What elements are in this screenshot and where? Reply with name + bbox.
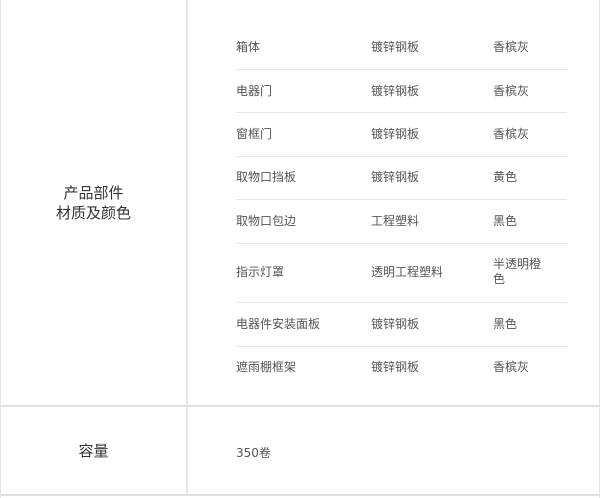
capacity-label-cell: 容量 bbox=[1, 407, 188, 494]
part-material: 镀锌钢板 bbox=[371, 317, 420, 331]
part-name: 窗框门 bbox=[236, 127, 273, 141]
table-row: 窗框门 镀锌钢板 香槟灰 bbox=[236, 113, 567, 157]
part-color: 香槟灰 bbox=[493, 127, 530, 141]
part-material: 镀锌钢板 bbox=[371, 127, 420, 141]
part-color: 香槟灰 bbox=[493, 360, 530, 374]
capacity-value-cell: 350卷 bbox=[188, 407, 600, 494]
table-row: 指示灯罩 透明工程塑料 半透明橙色 bbox=[236, 244, 567, 303]
capacity-label: 容量 bbox=[78, 441, 109, 460]
part-color: 黑色 bbox=[493, 214, 518, 228]
part-name: 取物口包边 bbox=[236, 214, 297, 228]
parts-label-line2: 材质及颜色 bbox=[55, 203, 131, 222]
part-color: 香槟灰 bbox=[493, 40, 530, 54]
table-row: 取物口包边 工程塑料 黑色 bbox=[236, 200, 567, 244]
parts-label-cell: 产品部件 材质及颜色 bbox=[1, 0, 188, 405]
part-material: 工程塑料 bbox=[371, 214, 420, 228]
part-name: 指示灯罩 bbox=[236, 265, 285, 279]
parts-row: 产品部件 材质及颜色 箱体 镀锌钢板 香槟灰 电器门 镀锌钢板 香槟灰 窗框门 bbox=[1, 0, 600, 407]
part-color: 半透明橙色 bbox=[493, 257, 542, 286]
parts-inner-table: 箱体 镀锌钢板 香槟灰 电器门 镀锌钢板 香槟灰 窗框门 镀锌钢板 香槟灰 取物… bbox=[236, 27, 567, 389]
part-name: 电器门 bbox=[236, 84, 273, 98]
table-row: 取物口挡板 镀锌钢板 黄色 bbox=[236, 157, 567, 200]
part-material: 镀锌钢板 bbox=[371, 40, 420, 54]
spec-table: 产品部件 材质及颜色 箱体 镀锌钢板 香槟灰 电器门 镀锌钢板 香槟灰 窗框门 bbox=[0, 0, 600, 498]
parts-value-cell: 箱体 镀锌钢板 香槟灰 电器门 镀锌钢板 香槟灰 窗框门 镀锌钢板 香槟灰 取物… bbox=[188, 0, 600, 405]
capacity-value: 350卷 bbox=[236, 446, 271, 460]
table-row: 箱体 镀锌钢板 香槟灰 bbox=[236, 27, 567, 70]
part-material: 透明工程塑料 bbox=[371, 265, 444, 279]
part-color: 黄色 bbox=[493, 170, 518, 184]
part-name: 电器件安装面板 bbox=[236, 317, 321, 331]
table-row: 电器件安装面板 镀锌钢板 黑色 bbox=[236, 303, 567, 347]
part-name: 遮雨棚框架 bbox=[236, 360, 297, 374]
capacity-row: 容量 350卷 bbox=[1, 407, 600, 496]
part-color: 黑色 bbox=[493, 317, 518, 331]
part-color: 香槟灰 bbox=[493, 84, 530, 98]
part-material: 镀锌钢板 bbox=[371, 170, 420, 184]
part-material: 镀锌钢板 bbox=[371, 84, 420, 98]
part-name: 取物口挡板 bbox=[236, 170, 297, 184]
parts-label-line1: 产品部件 bbox=[63, 183, 124, 202]
part-name: 箱体 bbox=[236, 40, 261, 54]
table-row: 电器门 镀锌钢板 香槟灰 bbox=[236, 70, 567, 113]
part-material: 镀锌钢板 bbox=[371, 360, 420, 374]
table-row: 遮雨棚框架 镀锌钢板 香槟灰 bbox=[236, 347, 567, 389]
